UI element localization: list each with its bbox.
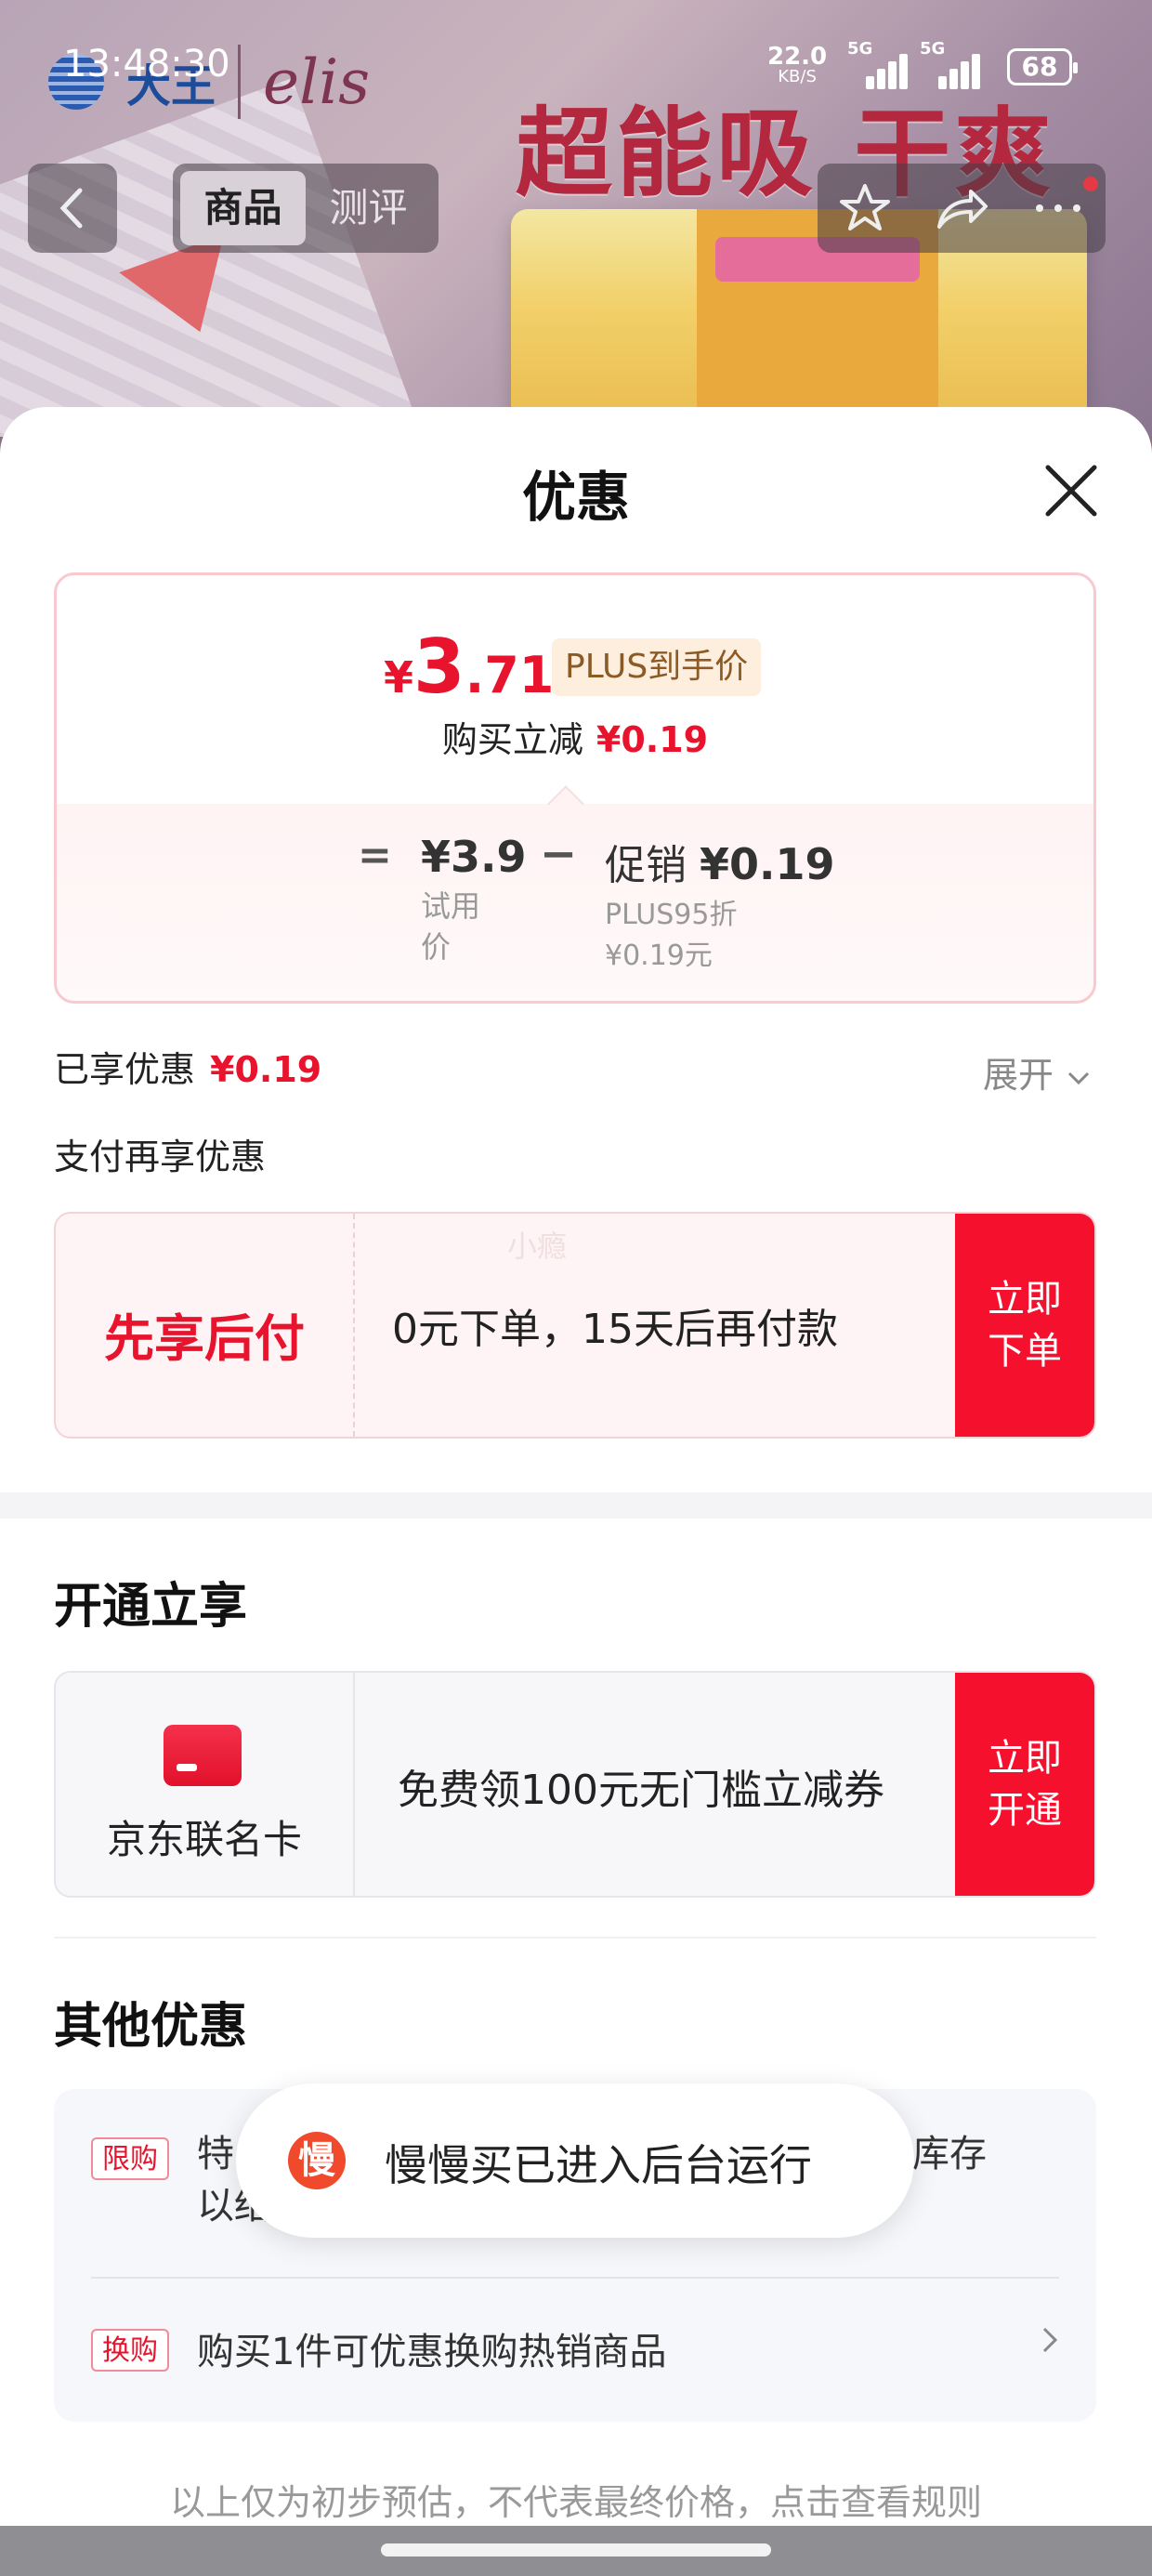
watermark: 小瘾	[507, 1229, 568, 1264]
back-icon	[59, 188, 83, 229]
home-indicator[interactable]	[381, 2543, 771, 2556]
share-icon[interactable]	[932, 180, 991, 236]
exchange-tag: 换购	[91, 2329, 169, 2372]
enjoyed-discount: 已享优惠 ¥0.19	[54, 1049, 322, 1090]
tab-review[interactable]: 测评	[306, 171, 431, 245]
list-item-exchange[interactable]: 购买1件可优惠换购热销商品	[197, 2321, 666, 2375]
chevron-down-icon	[1068, 1071, 1090, 1085]
tab-product[interactable]: 商品	[180, 171, 306, 245]
price-breakdown: = ¥3.9 试用价 − 促销 ¥0.19 PLUS95折 ¥0.19元	[57, 804, 1093, 1001]
nav-actions	[818, 164, 1106, 253]
instant-reduction: 购买立减 ¥0.19	[441, 719, 709, 760]
expand-button[interactable]: 展开	[983, 1046, 1093, 1097]
clock: 13:48:30	[63, 43, 230, 85]
signal-icon: 5G	[920, 39, 985, 89]
more-icon[interactable]	[1030, 199, 1086, 217]
pay-later-text: 0元下单，15天后再付款	[392, 1306, 838, 1353]
chevron-right-icon[interactable]	[1039, 2321, 1061, 2359]
star-icon[interactable]	[837, 180, 893, 236]
co-brand-card-offer[interactable]: 京东联名卡 免费领100元无门槛立减券 立即开通	[54, 1671, 1096, 1898]
close-icon[interactable]	[1039, 458, 1104, 523]
order-now-button[interactable]: 立即下单	[955, 1214, 1094, 1437]
other-section-title: 其他优惠	[54, 1999, 248, 2055]
discount-sheet: 优惠 ¥3.71 PLUS到手价 购买立减 ¥0.19 = ¥3.9 试用价 − …	[0, 407, 1152, 2576]
price-summary-card: ¥3.71 PLUS到手价 购买立减 ¥0.19 = ¥3.9 试用价 − 促销 …	[54, 572, 1096, 1004]
card-label: 京东联名卡	[106, 1817, 302, 1862]
pay-more-label: 支付再享优惠	[54, 1137, 267, 1177]
base-price: ¥3.9 试用价	[421, 832, 527, 965]
divider	[54, 1937, 1096, 1939]
app-icon: 慢	[288, 2132, 346, 2189]
open-now-button[interactable]: 立即开通	[955, 1673, 1094, 1896]
pay-later-title: 先享后付	[104, 1309, 305, 1368]
background-toast: 慢 慢慢买已进入后台运行	[236, 2083, 914, 2238]
plus-price-badge: PLUS到手价	[552, 638, 762, 696]
card-offer-text: 免费领100元无门槛立减券	[398, 1767, 884, 1814]
network-speed: 22.0 KB/S	[767, 43, 828, 86]
battery-icon: 68	[1007, 48, 1078, 85]
footer-note[interactable]: 以上仅为初步预估，不代表最终价格，点击查看规则	[0, 2474, 1152, 2525]
signal-icon: 5G	[847, 39, 912, 89]
section-divider	[0, 1492, 1152, 1518]
credit-card-icon	[164, 1725, 242, 1786]
promo-discount: 促销 ¥0.19 PLUS95折 ¥0.19元	[605, 839, 835, 972]
tab-bar: 商品 测评	[173, 164, 439, 253]
notification-dot	[1083, 177, 1098, 191]
final-price: ¥3.71	[384, 624, 555, 710]
pay-later-card[interactable]: 先享后付 小瘾 0元下单，15天后再付款 立即下单	[54, 1212, 1096, 1439]
toast-text: 慢慢买已进入后台运行	[385, 2140, 812, 2190]
sheet-title: 优惠	[521, 466, 630, 529]
limit-tag: 限购	[91, 2137, 169, 2180]
back-button[interactable]	[28, 164, 117, 253]
open-section-title: 开通立享	[54, 1579, 248, 1635]
status-bar: 13:48:30 22.0 KB/S 5G 5G 68	[0, 0, 1152, 89]
